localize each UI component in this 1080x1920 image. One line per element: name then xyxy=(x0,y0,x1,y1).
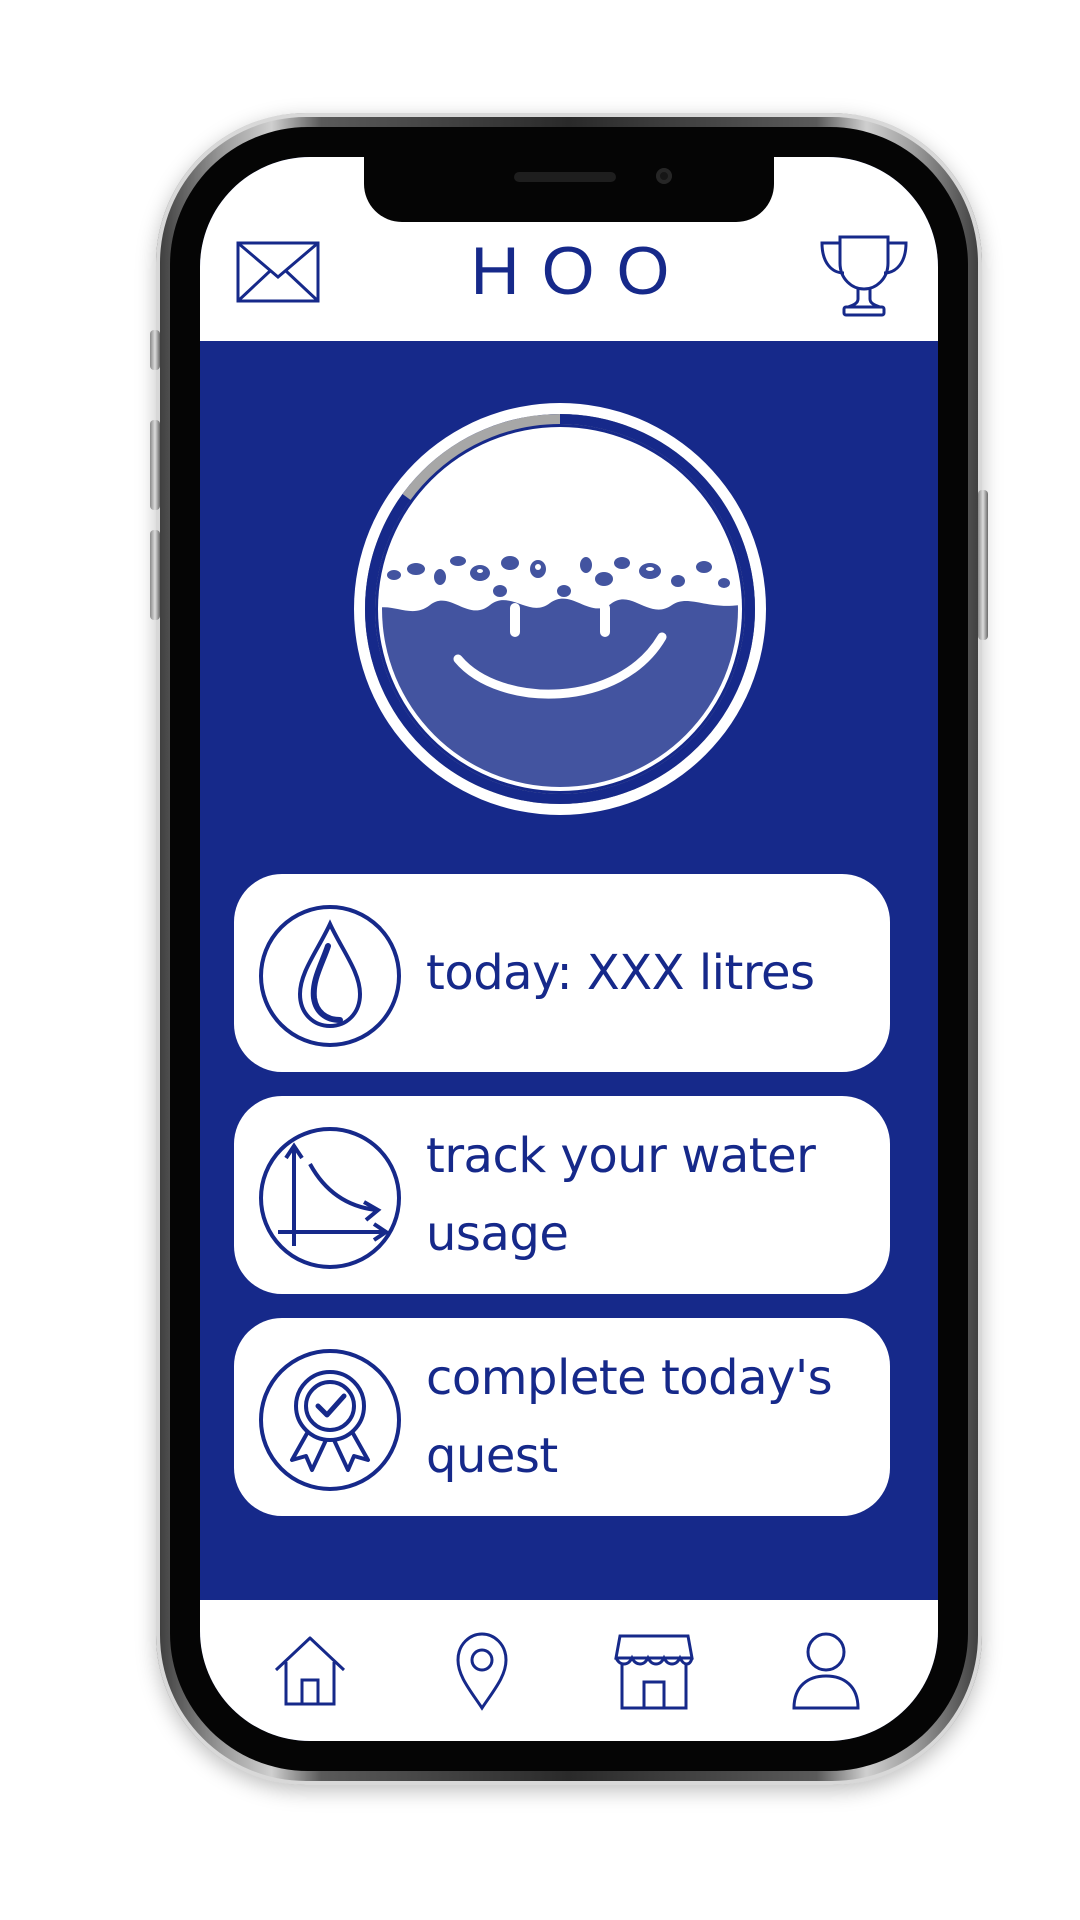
daily-quest-card[interactable]: complete today's quest xyxy=(234,1318,890,1516)
daily-quest-label: complete today's quest xyxy=(426,1350,833,1484)
location-pin-icon[interactable] xyxy=(440,1628,524,1712)
water-body xyxy=(382,598,738,787)
trophy-icon[interactable] xyxy=(818,233,910,319)
phone-notch xyxy=(364,150,774,222)
side-button xyxy=(150,530,160,620)
earpiece-speaker xyxy=(514,172,616,182)
app-title: HOO xyxy=(470,233,692,309)
water-smile-icon xyxy=(350,399,770,819)
front-camera xyxy=(656,168,672,184)
shop-icon[interactable] xyxy=(612,1628,696,1712)
profile-icon[interactable] xyxy=(784,1628,868,1712)
track-usage-label: track your water usage xyxy=(426,1128,816,1262)
today-usage-label: today: XXX litres xyxy=(426,945,815,1001)
bottom-nav xyxy=(200,1600,938,1741)
track-usage-card[interactable]: track your water usage xyxy=(234,1096,890,1294)
mascot-left-eye xyxy=(510,603,520,637)
side-button xyxy=(150,330,160,370)
usage-graph-icon xyxy=(256,1124,404,1272)
mail-icon[interactable] xyxy=(236,241,320,303)
water-drop-icon xyxy=(256,902,404,1050)
today-usage-card[interactable]: today: XXX litres xyxy=(234,874,890,1072)
side-button xyxy=(150,420,160,510)
mascot-right-eye xyxy=(600,603,610,637)
home-icon[interactable] xyxy=(268,1628,352,1712)
award-badge-icon xyxy=(256,1346,404,1494)
stage: HOO today: XXX litres track your water u… xyxy=(0,0,1080,1920)
app-screen: HOO today: XXX litres track your water u… xyxy=(200,157,938,1741)
side-button xyxy=(978,490,988,640)
